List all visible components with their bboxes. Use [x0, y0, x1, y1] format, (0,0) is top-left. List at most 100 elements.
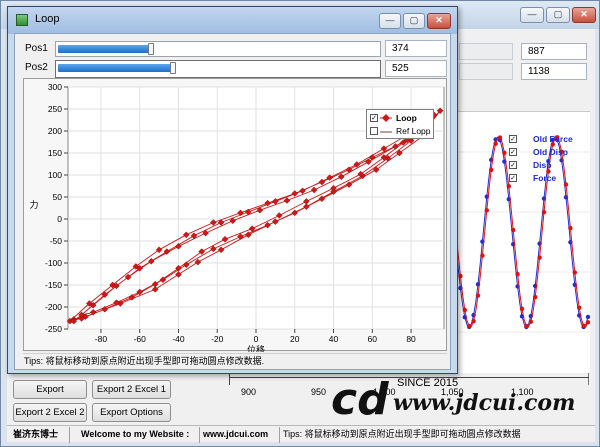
pos1-slider-fill — [58, 45, 150, 53]
x-tick-label: 20 — [290, 334, 300, 344]
pos1-label: Pos1 — [25, 43, 48, 54]
bg-force-series-point — [577, 305, 582, 310]
app-icon — [16, 14, 28, 26]
bg-legend-checkbox[interactable]: ✓ — [509, 174, 517, 182]
status-author: 崔济东博士 — [13, 429, 59, 439]
x-axis-label: 位移 — [247, 344, 265, 352]
watermark-logo: cd SINCE 2015 www.jdcui.com — [301, 372, 600, 432]
legend-label-loop: Loop — [396, 113, 417, 123]
bg-legend-label: Disp — [533, 160, 552, 170]
x-tick-label: -20 — [211, 334, 224, 344]
legend-line-icon — [380, 131, 392, 133]
pos1-value-field[interactable]: 374 — [385, 40, 447, 57]
loop-dialog: Loop — ▢ ✕ Pos1 374 Pos2 525 -250 -200 -15… — [7, 6, 458, 374]
bg-legend-label: Old Force — [533, 134, 573, 144]
loop-tips: Tips: 将鼠标移动到原点附近出现手型即可拖动圆点修改数据. — [23, 353, 447, 368]
loop-minimize-button[interactable]: — — [379, 13, 401, 29]
pos2-slider-thumb[interactable] — [170, 62, 176, 74]
y-tick-label: 100 — [48, 170, 62, 180]
bg-chart-legend[interactable]: ✓ Old Force ✓ Old Disp ✓ Disp ✓ Force — [509, 133, 589, 185]
export-button[interactable]: Export — [13, 380, 87, 399]
loop-titlebar[interactable]: Loop — ▢ ✕ — [8, 7, 457, 34]
loop-close-button[interactable]: ✕ — [427, 13, 451, 29]
y-tick-label: -50 — [50, 236, 63, 246]
bg-force-series-point — [515, 272, 520, 277]
bg-legend-checkbox[interactable]: ✓ — [509, 135, 517, 143]
pos2-value-field[interactable]: 525 — [385, 60, 447, 77]
bg-legend-checkbox[interactable]: ✓ — [509, 148, 517, 156]
main-maximize-button[interactable]: ▢ — [546, 7, 570, 23]
watermark-since: SINCE 2015 — [397, 377, 459, 389]
y-tick-label: -150 — [45, 280, 62, 290]
pos2-label: Pos2 — [25, 62, 48, 73]
bg-force-series-point — [458, 273, 463, 279]
bg-legend-label: Force — [533, 173, 557, 183]
loop-maximize-button[interactable]: ▢ — [403, 13, 425, 29]
main-minimize-button[interactable]: — — [520, 7, 544, 23]
bg-disp-series-point — [585, 314, 591, 320]
x-tick-label: -60 — [134, 334, 147, 344]
export-options-button[interactable]: Export Options — [92, 403, 171, 422]
minimize-icon: — — [527, 9, 537, 19]
legend-checkbox-ref[interactable] — [370, 127, 378, 135]
export-excel-2-button[interactable]: Export 2 Excel 2 — [13, 403, 87, 422]
bg-legend-checkbox[interactable]: ✓ — [509, 161, 517, 169]
bg-force-series-point — [519, 306, 525, 312]
y-tick-label: 300 — [48, 82, 62, 92]
loop-body: Pos1 374 Pos2 525 -250 -200 -150 -100 -50 0 50… — [14, 33, 451, 370]
bg-force-series-point — [475, 293, 481, 298]
pos2-slider-fill — [58, 64, 172, 72]
watermark-url: www.jdcui.com — [393, 390, 576, 416]
status-website-link[interactable]: www.jdcui.com — [203, 426, 268, 442]
bg-force-series-point — [493, 141, 498, 146]
bg-value-field-2[interactable]: 1138 — [521, 63, 587, 80]
bg-force-series-point — [533, 294, 538, 300]
bg-force-series-point — [568, 225, 573, 231]
close-icon: ✕ — [435, 15, 443, 25]
y-tick-label: -100 — [45, 258, 62, 268]
bg-x-tick-label: 900 — [241, 387, 257, 397]
x-tick-label: -80 — [95, 334, 108, 344]
pos2-slider[interactable] — [55, 60, 381, 78]
loop-title: Loop — [35, 13, 60, 25]
loop-legend[interactable]: ✓ Loop Ref Lopp — [366, 109, 434, 139]
pos1-slider-thumb[interactable] — [148, 43, 154, 55]
bg-force-series-point — [528, 319, 533, 324]
maximize-icon: ▢ — [553, 9, 563, 19]
bg-force-series-point — [497, 135, 503, 140]
main-close-button[interactable]: ✕ — [572, 7, 596, 23]
y-tick-label: 0 — [57, 214, 62, 224]
x-tick-label: -40 — [172, 334, 185, 344]
x-tick-label: 0 — [254, 334, 259, 344]
legend-checkbox-loop[interactable]: ✓ — [370, 114, 378, 122]
bg-force-series-point — [581, 323, 586, 328]
bg-force-series-point — [572, 270, 577, 275]
y-tick-label: 50 — [53, 192, 63, 202]
x-tick-label: 60 — [368, 334, 378, 344]
bg-force-series-point — [462, 307, 467, 313]
bg-force-series-point — [484, 208, 489, 213]
bg-force-series-point — [585, 320, 591, 325]
bg-force-series-point — [511, 227, 516, 233]
bg-value-field-1[interactable]: 887 — [521, 43, 587, 60]
bg-force-series-point — [467, 324, 472, 329]
status-separator — [199, 427, 200, 443]
close-icon: ✕ — [580, 9, 588, 19]
y-tick-label: -200 — [45, 302, 62, 312]
status-separator — [279, 427, 280, 443]
status-separator — [69, 427, 70, 443]
bg-legend-label: Old Disp — [533, 147, 568, 157]
y-tick-label: 200 — [48, 126, 62, 136]
bg-force-series-point — [537, 255, 542, 260]
legend-label-ref: Ref Lopp — [396, 126, 431, 136]
minimize-icon: — — [385, 15, 395, 25]
bg-force-series-point — [480, 253, 485, 258]
export-excel-1-button[interactable]: Export 2 Excel 1 — [92, 380, 171, 399]
bg-slider-track-1[interactable] — [459, 43, 513, 60]
y-axis-label: 力 — [29, 199, 38, 211]
y-tick-label: 150 — [48, 148, 62, 158]
legend-marker-icon — [380, 114, 392, 122]
pos1-slider[interactable] — [55, 41, 381, 57]
bg-slider-track-2[interactable] — [459, 63, 513, 80]
bg-force-series-point — [541, 210, 547, 215]
